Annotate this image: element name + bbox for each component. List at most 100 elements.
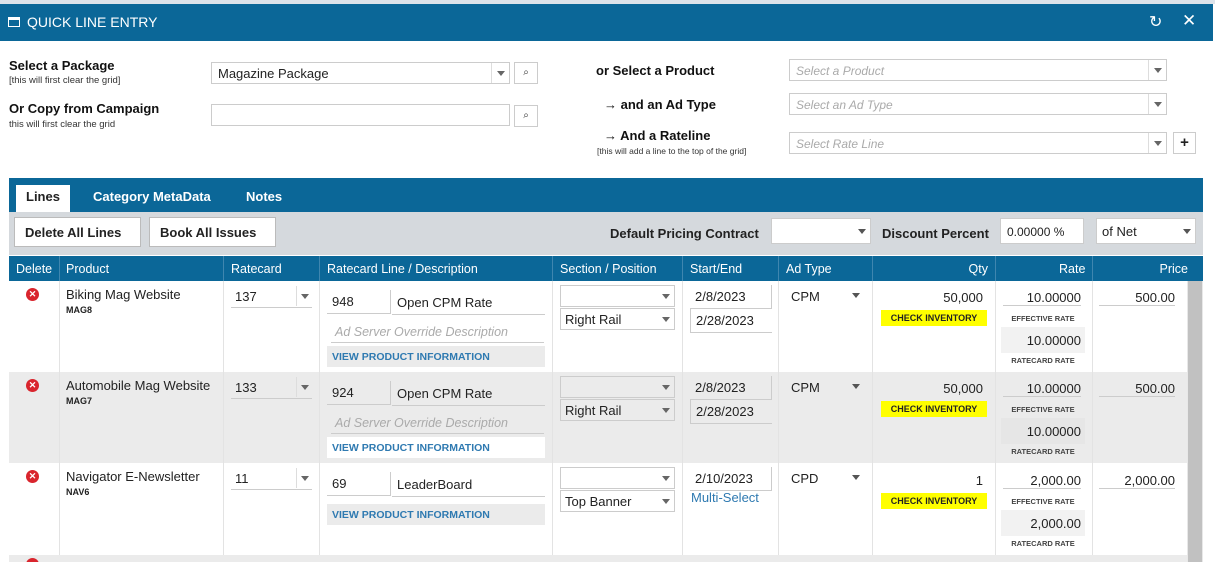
ratecard-rate-label: RATECARD RATE (1011, 356, 1075, 365)
ratecard-rate-label: RATECARD RATE (1011, 539, 1075, 548)
tab-lines[interactable]: Lines (16, 185, 70, 212)
divider (1092, 372, 1093, 463)
position-select[interactable]: Right Rail (560, 308, 675, 330)
qty-value[interactable]: 50,000 (881, 381, 983, 396)
grid-header: Delete Product Ratecard Ratecard Line / … (9, 256, 1203, 281)
col-product: Product (66, 262, 110, 276)
section-select[interactable] (560, 376, 675, 398)
ratecard-select[interactable]: 137 (231, 286, 312, 308)
position-value: Right Rail (565, 312, 622, 327)
delete-all-lines-button[interactable]: Delete All Lines (14, 217, 141, 247)
chevron-down-icon (296, 286, 312, 306)
rateline-select[interactable]: Select Rate Line (789, 132, 1167, 154)
divider (1092, 281, 1093, 372)
ratecard-select[interactable]: 133 (231, 377, 312, 399)
delete-row-icon[interactable]: ✕ (26, 470, 39, 483)
chevron-down-icon[interactable] (852, 293, 860, 298)
tab-notes[interactable]: Notes (236, 185, 292, 212)
price-value[interactable]: 2,000.00 (1099, 473, 1175, 489)
add-line-button[interactable]: + (1173, 132, 1196, 154)
position-select[interactable]: Top Banner (560, 490, 675, 512)
discount-input[interactable]: 0.00000 % (1000, 218, 1084, 244)
ad-type-value[interactable]: CPD (791, 471, 818, 486)
package-select[interactable]: Magazine Package (211, 62, 510, 84)
scrollbar-thumb[interactable] (1188, 281, 1202, 562)
package-value: Magazine Package (218, 66, 329, 81)
end-date[interactable]: 2/28/2023 (690, 400, 772, 424)
check-inventory-button[interactable]: CHECK INVENTORY (881, 401, 987, 417)
rate-line-number[interactable]: 948 (327, 290, 391, 314)
net-select[interactable]: of Net (1096, 218, 1196, 244)
start-date[interactable]: 2/8/2023 (690, 285, 772, 309)
copy-campaign-input[interactable] (211, 104, 510, 126)
override-description-input[interactable]: Ad Server Override Description (331, 321, 544, 343)
divider (319, 281, 320, 372)
view-product-info-link[interactable]: VIEW PRODUCT INFORMATION (327, 504, 545, 525)
chevron-down-icon (858, 229, 866, 234)
rate-line-description[interactable]: Open CPM Rate (392, 382, 545, 406)
price-value[interactable]: 500.00 (1099, 290, 1175, 306)
position-value: Right Rail (565, 403, 622, 418)
product-name: Automobile Mag Website (66, 378, 211, 393)
ratecard-select[interactable]: 11 (231, 468, 312, 490)
book-all-issues-button[interactable]: Book All Issues (149, 217, 276, 247)
ratecard-rate-value: 10.00000 (1001, 418, 1085, 444)
grid-scrollbar[interactable] (1187, 281, 1203, 562)
divider (319, 256, 320, 281)
product-name: Navigator E-Newsletter (66, 469, 200, 484)
rate-line-description[interactable]: LeaderBoard (392, 473, 545, 497)
start-date[interactable]: 2/8/2023 (690, 376, 772, 400)
divider (223, 463, 224, 555)
rateline-placeholder: Select Rate Line (796, 137, 885, 151)
ad-type-value[interactable]: CPM (791, 380, 820, 395)
package-search-button[interactable]: ⌕ (514, 62, 538, 84)
copy-label: Or Copy from Campaign (9, 101, 160, 116)
ad-type-value[interactable]: CPM (791, 289, 820, 304)
rate-line-description[interactable]: Open CPM Rate (392, 291, 545, 315)
start-date[interactable]: 2/10/2023 (690, 467, 772, 491)
adtype-select[interactable]: Select an Ad Type (789, 93, 1167, 115)
effective-rate-label: EFFECTIVE RATE (1011, 497, 1075, 506)
copy-hint: this will first clear the grid (9, 119, 116, 130)
delete-row-icon[interactable] (26, 558, 39, 562)
tab-category-metadata[interactable]: Category MetaData (83, 185, 221, 212)
effective-rate-value[interactable]: 2,000.00 (1003, 473, 1081, 489)
chevron-down-icon (658, 468, 674, 488)
position-select[interactable]: Right Rail (560, 399, 675, 421)
effective-rate-label: EFFECTIVE RATE (1011, 405, 1075, 414)
effective-rate-value[interactable]: 10.00000 (1003, 290, 1081, 306)
rate-line-number[interactable]: 69 (327, 472, 391, 496)
refresh-icon[interactable]: ↻ (1149, 12, 1162, 32)
delete-row-icon[interactable]: ✕ (26, 379, 39, 392)
product-label: or Select a Product (596, 63, 715, 78)
delete-row-icon[interactable]: ✕ (26, 288, 39, 301)
col-section: Section / Position (560, 262, 657, 276)
product-placeholder: Select a Product (796, 64, 885, 78)
dialog-title: QUICK LINE ENTRY (27, 14, 158, 30)
divider (682, 372, 683, 463)
search-icon: ⌕ (523, 67, 529, 78)
close-icon[interactable]: ✕ (1182, 11, 1196, 31)
override-description-input[interactable]: Ad Server Override Description (331, 412, 544, 434)
qty-value[interactable]: 50,000 (881, 290, 983, 305)
end-date[interactable]: 2/28/2023 (690, 309, 772, 333)
check-inventory-button[interactable]: CHECK INVENTORY (881, 310, 987, 326)
divider (552, 281, 553, 372)
chevron-down-icon (1148, 60, 1166, 80)
chevron-down-icon[interactable] (852, 384, 860, 389)
product-select[interactable]: Select a Product (789, 59, 1167, 81)
section-select[interactable] (560, 285, 675, 307)
view-product-info-link[interactable]: VIEW PRODUCT INFORMATION (327, 346, 545, 367)
effective-rate-value[interactable]: 10.00000 (1003, 381, 1081, 397)
copy-search-button[interactable]: ⌕ (514, 105, 538, 127)
rate-line-number[interactable]: 924 (327, 381, 391, 405)
price-value[interactable]: 500.00 (1099, 381, 1175, 397)
qty-value[interactable]: 1 (881, 473, 983, 488)
chevron-down-icon[interactable] (852, 475, 860, 480)
divider (872, 372, 873, 463)
check-inventory-button[interactable]: CHECK INVENTORY (881, 493, 987, 509)
section-select[interactable] (560, 467, 675, 489)
view-product-info-link[interactable]: VIEW PRODUCT INFORMATION (327, 437, 545, 458)
pricing-contract-select[interactable] (771, 218, 871, 244)
multi-select-link[interactable]: Multi-Select (691, 490, 759, 505)
